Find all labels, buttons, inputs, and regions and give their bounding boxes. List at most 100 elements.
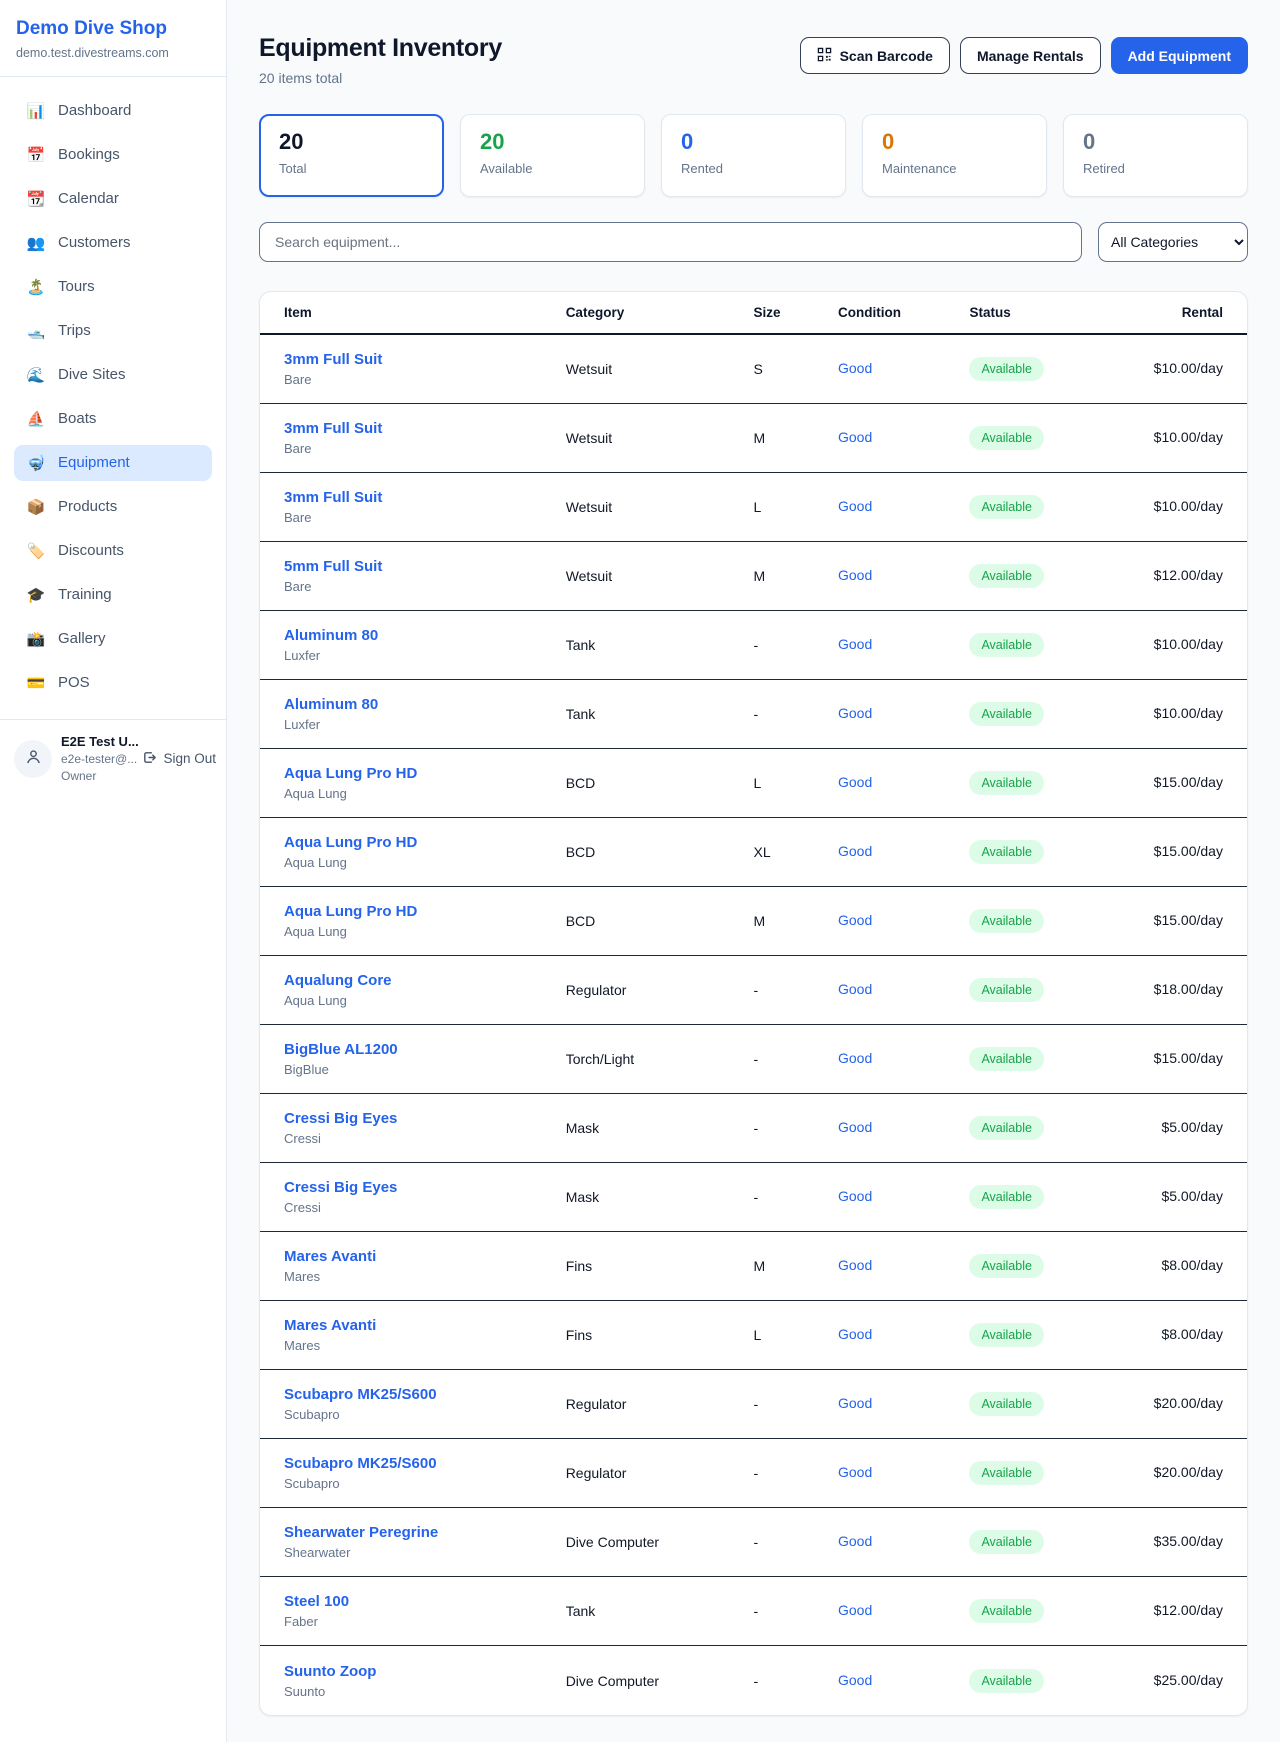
item-name-link[interactable]: 3mm Full Suit [284,489,566,506]
sidebar-item-bookings[interactable]: 📅Bookings [14,137,212,173]
condition-link[interactable]: Good [838,360,872,376]
item-cell: Scubapro MK25/S600Scubapro [284,1386,566,1422]
condition-link[interactable]: Good [838,1326,872,1342]
status-badge: Available [969,633,1044,657]
stat-card-retired[interactable]: 0Retired [1063,114,1248,197]
sign-out-button[interactable]: Sign Out [142,750,216,768]
stat-card-available[interactable]: 20Available [460,114,645,197]
item-name-link[interactable]: Cressi Big Eyes [284,1110,566,1127]
sidebar-item-tours[interactable]: 🏝️Tours [14,269,212,305]
condition-link[interactable]: Good [838,498,872,514]
condition-link[interactable]: Good [838,1119,872,1135]
item-brand: Aqua Lung [284,993,566,1008]
item-name-link[interactable]: Aluminum 80 [284,696,566,713]
column-header-category: Category [566,305,754,320]
search-input[interactable] [259,222,1082,262]
condition-link[interactable]: Good [838,1602,872,1618]
item-name-link[interactable]: Suunto Zoop [284,1663,566,1680]
condition-link[interactable]: Good [838,567,872,583]
item-name-link[interactable]: Aqua Lung Pro HD [284,834,566,851]
item-cell: 3mm Full SuitBare [284,420,566,456]
brand-link[interactable]: Demo Dive Shop [16,18,210,40]
table-row: 5mm Full SuitBareWetsuitMGoodAvailable$1… [260,542,1247,611]
size-cell: S [753,361,838,377]
item-brand: Shearwater [284,1545,566,1560]
condition-link[interactable]: Good [838,636,872,652]
sidebar-item-trips[interactable]: 🛥️Trips [14,313,212,349]
rental-price: $10.00/day [1154,429,1223,445]
size-cell: L [753,775,838,791]
condition-link[interactable]: Good [838,705,872,721]
sidebar-item-equipment[interactable]: 🤿Equipment [14,445,212,481]
item-name-link[interactable]: Scubapro MK25/S600 [284,1455,566,1472]
category-cell: Dive Computer [566,1534,754,1550]
condition-link[interactable]: Good [838,1533,872,1549]
condition-link[interactable]: Good [838,1257,872,1273]
size-cell: - [753,1465,838,1481]
stat-value: 0 [882,130,1027,154]
sidebar-item-dashboard[interactable]: 📊Dashboard [14,93,212,129]
item-name-link[interactable]: Scubapro MK25/S600 [284,1386,566,1403]
condition-cell: Good [838,1050,969,1068]
condition-link[interactable]: Good [838,774,872,790]
sidebar-item-training[interactable]: 🎓Training [14,577,212,613]
item-name-link[interactable]: Shearwater Peregrine [284,1524,566,1541]
stat-card-total[interactable]: 20Total [259,114,444,197]
table-row: Suunto ZoopSuuntoDive Computer-GoodAvail… [260,1646,1247,1715]
sidebar-item-calendar[interactable]: 📆Calendar [14,181,212,217]
condition-link[interactable]: Good [838,843,872,859]
condition-link[interactable]: Good [838,1395,872,1411]
table-row: Steel 100FaberTank-GoodAvailable$12.00/d… [260,1577,1247,1646]
item-name-link[interactable]: 5mm Full Suit [284,558,566,575]
item-cell: Aqualung Core Aqua Lung [284,972,566,1008]
sidebar-item-label: Dive Sites [58,364,126,386]
user-meta: E2E Test U... e2e-tester@... Owner [61,734,133,783]
category-cell: Regulator [566,1396,754,1412]
item-name-link[interactable]: Steel 100 [284,1593,566,1610]
sidebar-item-customers[interactable]: 👥Customers [14,225,212,261]
item-cell: Steel 100Faber [284,1593,566,1629]
sidebar-item-products[interactable]: 📦Products [14,489,212,525]
sidebar-item-boats[interactable]: ⛵Boats [14,401,212,437]
stat-card-rented[interactable]: 0Rented [661,114,846,197]
add-equipment-button[interactable]: Add Equipment [1111,37,1248,74]
item-name-link[interactable]: Aqualung Core [284,972,566,989]
category-cell: Wetsuit [566,568,754,584]
condition-cell: Good [838,1395,969,1413]
item-name-link[interactable]: Cressi Big Eyes [284,1179,566,1196]
item-cell: Aqua Lung Pro HDAqua Lung [284,834,566,870]
sidebar-item-discounts[interactable]: 🏷️Discounts [14,533,212,569]
stat-card-maintenance[interactable]: 0Maintenance [862,114,1047,197]
item-cell: Mares AvantiMares [284,1317,566,1353]
sidebar-item-gallery[interactable]: 📸Gallery [14,621,212,657]
condition-link[interactable]: Good [838,912,872,928]
table-row: Aqua Lung Pro HDAqua LungBCDXLGoodAvaila… [260,818,1247,887]
category-cell: Wetsuit [566,361,754,377]
item-name-link[interactable]: Mares Avanti [284,1248,566,1265]
item-name-link[interactable]: 3mm Full Suit [284,351,566,368]
item-name-link[interactable]: Aluminum 80 [284,627,566,644]
category-select[interactable]: All Categories [1098,222,1248,262]
item-name-link[interactable]: Aqua Lung Pro HD [284,903,566,920]
table-row: Scubapro MK25/S600ScubaproRegulator-Good… [260,1439,1247,1508]
item-name-link[interactable]: BigBlue AL1200 [284,1041,566,1058]
item-name-link[interactable]: Mares Avanti [284,1317,566,1334]
size-cell: - [753,1120,838,1136]
table-row: Aluminum 80LuxferTank-GoodAvailable$10.0… [260,680,1247,749]
condition-link[interactable]: Good [838,1464,872,1480]
equipment-table: ItemCategorySizeConditionStatusRental 3m… [259,291,1248,1716]
condition-link[interactable]: Good [838,429,872,445]
condition-link[interactable]: Good [838,1188,872,1204]
item-name-link[interactable]: 3mm Full Suit [284,420,566,437]
item-name-link[interactable]: Aqua Lung Pro HD [284,765,566,782]
condition-link[interactable]: Good [838,981,872,997]
sidebar-item-pos[interactable]: 💳POS [14,665,212,701]
scan-barcode-button[interactable]: Scan Barcode [800,37,950,74]
table-row: Cressi Big EyesCressiMask-GoodAvailable$… [260,1163,1247,1232]
condition-link[interactable]: Good [838,1672,872,1688]
status-cell: Available [969,1323,1100,1347]
sidebar-item-dive-sites[interactable]: 🌊Dive Sites [14,357,212,393]
condition-link[interactable]: Good [838,1050,872,1066]
table-row: 3mm Full SuitBareWetsuitSGoodAvailable$1… [260,335,1247,404]
manage-rentals-button[interactable]: Manage Rentals [960,37,1101,74]
